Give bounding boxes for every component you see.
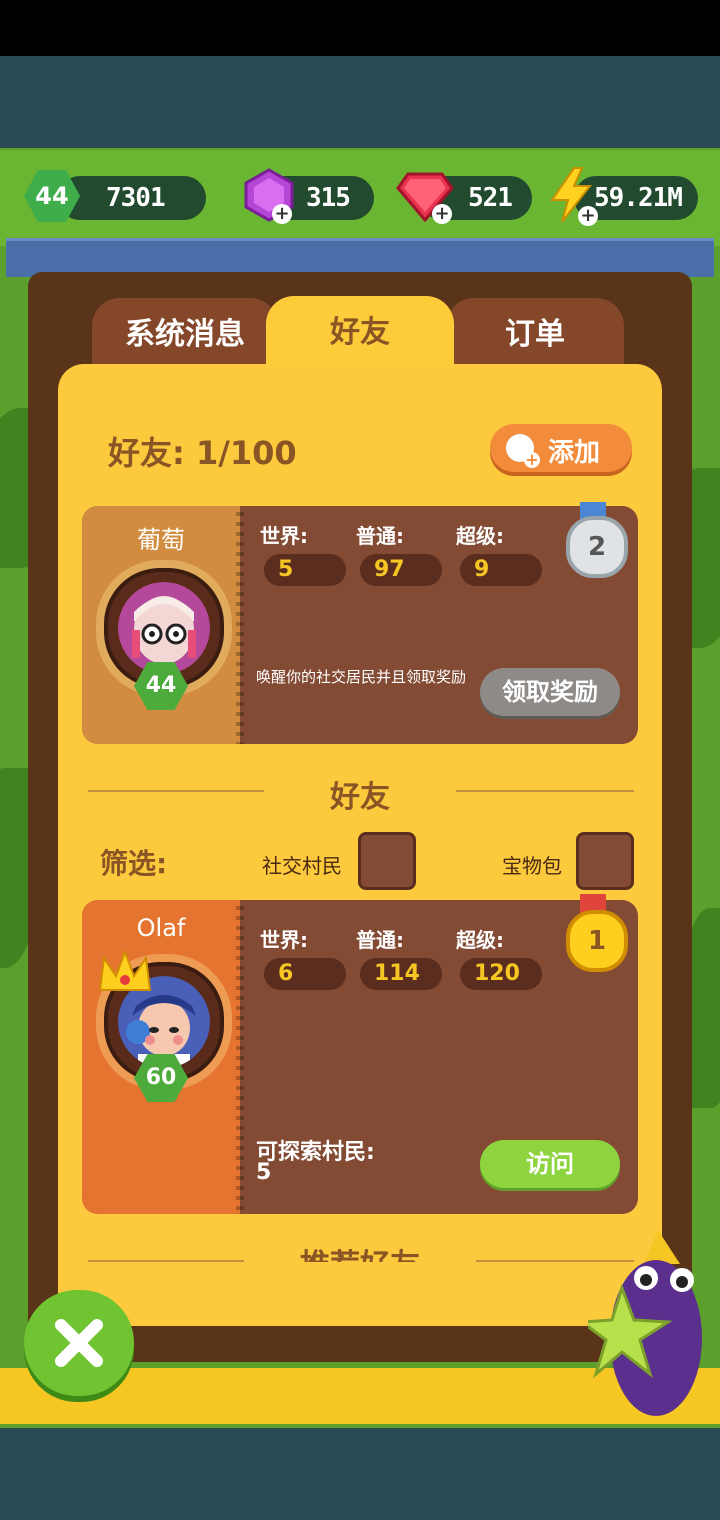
stat-value-super: 120 [460, 958, 542, 990]
visit-button[interactable]: 访问 [480, 1140, 620, 1188]
profile-left-panel: 葡萄 44 [82, 506, 244, 744]
profile-name: 葡萄 [137, 526, 185, 554]
energy-value: 59.21M [594, 183, 683, 213]
friend-card: Olaf 60 世界: 普通: 超级: 6 114 120 可探索村民: 5 访… [82, 900, 638, 1214]
filter-checkbox-social-villager[interactable] [358, 832, 416, 890]
crown-icon [98, 950, 152, 991]
stat-label-world: 世界: [260, 524, 308, 548]
friend-name: Olaf [136, 914, 186, 942]
stat-label-super: 超级: [456, 928, 504, 952]
filter-label: 筛选: [100, 847, 168, 880]
filter-checkbox-treasure-bag[interactable] [576, 832, 634, 890]
silver-medal-icon: 2 [566, 516, 628, 578]
coin-counter: 7301 [58, 176, 206, 220]
background-bottom [0, 1428, 720, 1520]
background-top [0, 56, 720, 148]
friends-section-title: 好友 [330, 780, 390, 815]
add-energy-icon[interactable]: + [578, 206, 598, 226]
red-gem-value: 521 [468, 183, 513, 213]
explorable-villagers-value: 5 [256, 1160, 272, 1185]
friend-count: 好友: 1/100 [108, 434, 297, 472]
add-purple-gem-icon[interactable]: + [272, 204, 292, 224]
girl-avatar-icon [118, 582, 210, 674]
stat-label-super: 超级: [456, 524, 504, 548]
stat-value-world: 5 [264, 554, 346, 586]
status-bar [0, 0, 720, 56]
close-icon [55, 1319, 103, 1367]
recommended-section-clip: 推荐好友 [58, 1236, 662, 1262]
divider-left [88, 1260, 244, 1262]
add-user-icon [506, 434, 540, 468]
friend-left-panel: Olaf 60 [82, 900, 244, 1214]
add-red-gem-icon[interactable]: + [432, 204, 452, 224]
stat-value-super: 9 [460, 554, 542, 586]
my-profile-card: 葡萄 44 世界: 普通: 超级: 5 97 9 唤醒你的社交居民并且领取奖励 … [82, 506, 638, 744]
claim-reward-button[interactable]: 领取奖励 [480, 668, 620, 716]
stat-value-normal: 97 [360, 554, 442, 586]
purple-gem-value: 315 [306, 183, 351, 213]
gold-medal-icon: 1 [566, 910, 628, 972]
stat-value-world: 6 [264, 958, 346, 990]
add-friend-button[interactable]: 添加 [490, 424, 632, 472]
close-button[interactable] [24, 1290, 134, 1396]
dinosaur-mascot-icon [588, 1230, 702, 1416]
filter-option-treasure-bag: 宝物包 [502, 854, 562, 878]
stat-label-world: 世界: [260, 928, 308, 952]
coin-value: 7301 [106, 183, 166, 213]
stat-value-normal: 114 [360, 958, 442, 990]
recommended-section-title: 推荐好友 [58, 1240, 662, 1262]
explorable-villagers-label: 可探索村民: [256, 1140, 375, 1165]
add-friend-label: 添加 [548, 438, 601, 468]
wake-residents-hint: 唤醒你的社交居民并且领取奖励 [256, 668, 467, 686]
filter-option-social-villager: 社交村民 [262, 854, 342, 878]
stat-label-normal: 普通: [356, 524, 404, 548]
stat-label-normal: 普通: [356, 928, 404, 952]
